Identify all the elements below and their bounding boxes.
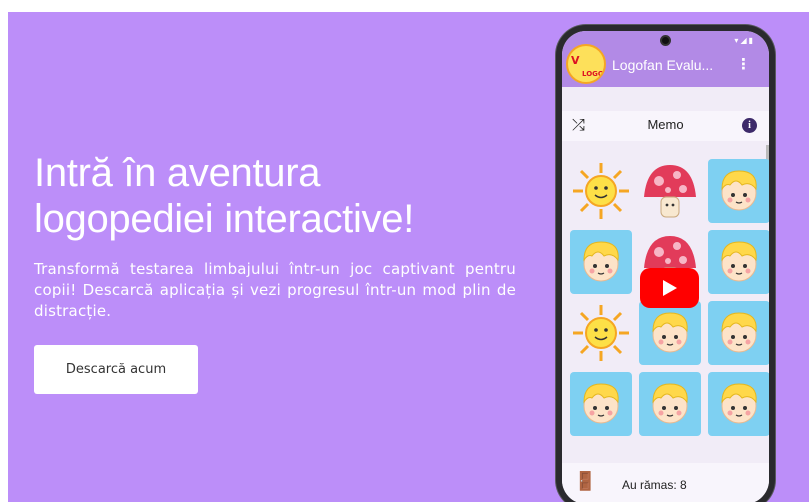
video-title[interactable]: Logofan Evalu... [612,57,713,73]
headline-line-2: logopediei interactive! [34,197,415,241]
memory-card-boy[interactable] [570,230,632,294]
game-footer: 🚪 Au rămas: 8 [562,463,769,502]
kebab-menu-icon[interactable]: ⋮ [736,55,751,73]
status-icons: ▾◢▮ [734,36,755,45]
phone-screen[interactable]: ▾◢▮ V LOGOFAN Logofan Evalu... ⋮ ⤮ Memo … [562,31,769,502]
hero-section: Intră în aventura logopediei interactive… [8,12,809,502]
phone-mockup: ▾◢▮ V LOGOFAN Logofan Evalu... ⋮ ⤮ Memo … [556,25,775,502]
logo-letter: V [571,54,580,67]
memory-card-boy[interactable] [639,301,701,365]
info-icon[interactable]: i [742,118,757,133]
logo-brand: LOGOFAN [582,70,604,78]
memory-card-boy[interactable] [708,159,769,223]
cards-remaining: Au rămas: 8 [622,478,687,492]
memory-card-boy[interactable] [639,372,701,436]
hero-headline: Intră în aventura logopediei interactive… [34,150,534,242]
front-camera [660,35,671,46]
memory-card-sun[interactable] [570,159,632,223]
channel-logo[interactable]: V LOGOFAN [566,44,606,84]
memory-card-boy[interactable] [708,372,769,436]
memory-card-boy[interactable] [708,230,769,294]
download-now-button[interactable]: Descarcă acum [34,345,198,394]
memory-card-mushroom[interactable] [639,159,701,223]
hero-subtext: Transformă testarea limbajului într-un j… [34,260,516,320]
game-title: Memo [647,117,684,132]
exit-door-icon[interactable]: 🚪 [574,471,596,492]
game-toolbar: ⤮ Memo i [562,111,769,141]
play-button-icon[interactable] [640,268,699,308]
headline-line-1: Intră în aventura [34,151,321,195]
memory-card-sun[interactable] [570,301,632,365]
memory-card-boy[interactable] [570,372,632,436]
memory-card-boy[interactable] [708,301,769,365]
